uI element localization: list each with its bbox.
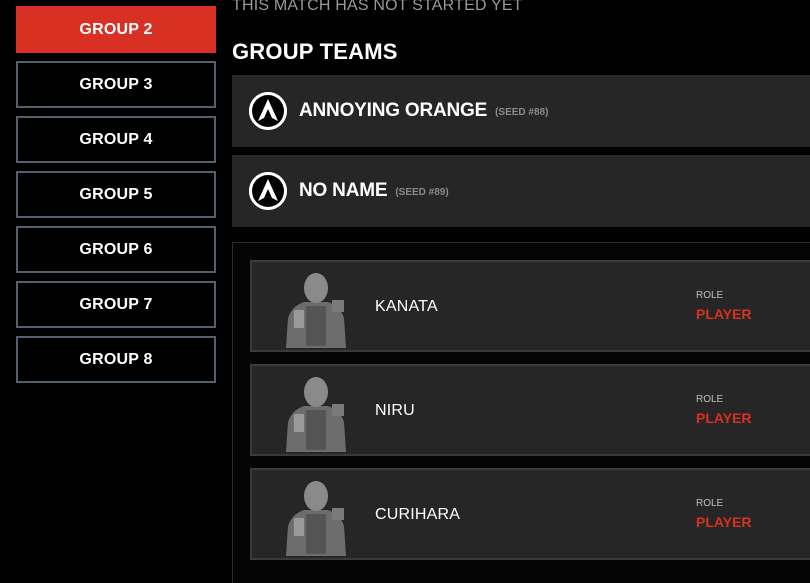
player-card[interactable]: CURIHARA ROLE PLAYER <box>250 468 810 560</box>
legend-portrait-icon <box>276 474 356 556</box>
team-seed: (SEED #89) <box>395 186 449 198</box>
legend-portrait-icon <box>276 370 356 452</box>
player-name: KANATA <box>375 298 438 315</box>
role-value: PLAYER <box>696 514 752 530</box>
player-name: NIRU <box>375 402 415 419</box>
player-name: CURIHARA <box>375 506 461 523</box>
group-label: GROUP 7 <box>79 295 153 313</box>
group-label: GROUP 2 <box>79 20 153 38</box>
group-5-button[interactable]: GROUP 5 <box>16 171 216 218</box>
apex-legends-logo-icon <box>249 92 287 130</box>
player-card[interactable]: KANATA ROLE PLAYER <box>250 260 810 352</box>
group-8-button[interactable]: GROUP 8 <box>16 336 216 383</box>
team-roster-panel: KANATA ROLE PLAYER NIRU ROLE PLAYER CURI… <box>232 242 810 583</box>
player-card[interactable]: NIRU ROLE PLAYER <box>250 364 810 456</box>
role-label: ROLE <box>696 498 724 509</box>
group-label: GROUP 6 <box>79 240 153 258</box>
match-status-text: THIS MATCH HAS NOT STARTED YET <box>232 0 523 14</box>
group-7-button[interactable]: GROUP 7 <box>16 281 216 328</box>
group-6-button[interactable]: GROUP 6 <box>16 226 216 273</box>
group-sidebar: GROUP 2 GROUP 3 GROUP 4 GROUP 5 GROUP 6 … <box>16 6 216 391</box>
apex-legends-logo-icon <box>249 172 287 210</box>
group-label: GROUP 5 <box>79 185 153 203</box>
role-label: ROLE <box>696 394 724 405</box>
role-label: ROLE <box>696 290 724 301</box>
group-2-button[interactable]: GROUP 2 <box>16 6 216 53</box>
group-3-button[interactable]: GROUP 3 <box>16 61 216 108</box>
team-name[interactable]: NO NAME <box>299 180 388 202</box>
team-name[interactable]: ANNOYING ORANGE <box>299 100 487 122</box>
role-value: PLAYER <box>696 410 752 426</box>
group-4-button[interactable]: GROUP 4 <box>16 116 216 163</box>
group-label: GROUP 4 <box>79 130 153 148</box>
team-card[interactable]: NO NAME (SEED #89) <box>232 155 810 227</box>
section-title: GROUP TEAMS <box>232 39 398 64</box>
group-label: GROUP 8 <box>79 350 153 368</box>
role-value: PLAYER <box>696 306 752 322</box>
team-seed: (SEED #88) <box>495 106 549 118</box>
team-card[interactable]: ANNOYING ORANGE (SEED #88) <box>232 75 810 147</box>
group-label: GROUP 3 <box>79 75 153 93</box>
legend-portrait-icon <box>276 266 356 348</box>
